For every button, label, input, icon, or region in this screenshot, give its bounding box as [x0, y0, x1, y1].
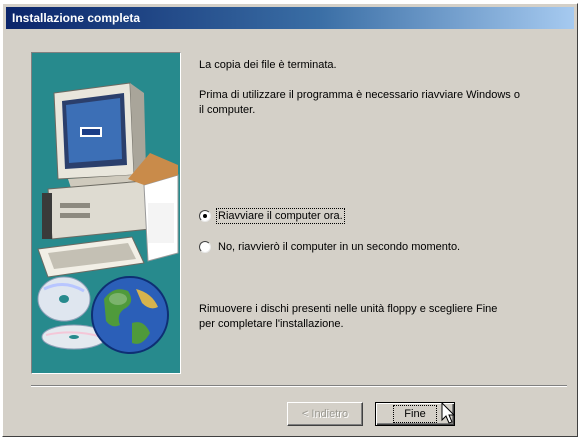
- finish-button-label[interactable]: Fine: [393, 405, 437, 423]
- radio-checked-icon[interactable]: [199, 210, 211, 222]
- window-title: Installazione completa: [12, 11, 141, 25]
- remove-disks-text: Rimuovere i dischi presenti nelle unità …: [199, 303, 498, 315]
- restart-now-option[interactable]: Riavviare il computer ora.: [199, 208, 345, 224]
- restart-later-option[interactable]: No, riavvierò il computer in un secondo …: [199, 241, 460, 253]
- button-separator: [31, 385, 567, 387]
- copy-complete-text: La copia dei file è terminata.: [199, 59, 337, 71]
- restart-required-text-cont: il computer.: [199, 104, 256, 116]
- radio-unchecked-icon[interactable]: [199, 241, 211, 253]
- restart-later-label[interactable]: No, riavvierò il computer in un secondo …: [218, 241, 460, 253]
- remove-disks-text-cont: per completare l'installazione.: [199, 318, 344, 330]
- computer-illustration-icon: [32, 53, 180, 373]
- back-button[interactable]: < Indietro: [287, 402, 363, 426]
- mouse-pointer-icon: [441, 402, 456, 424]
- title-bar: Installazione completa: [6, 7, 574, 29]
- restart-required-text: Prima di utilizzare il programma è neces…: [199, 89, 520, 101]
- setup-dialog: Installazione completa La copia dei file…: [2, 3, 578, 437]
- restart-now-label[interactable]: Riavviare il computer ora.: [216, 208, 345, 224]
- setup-illustration: [31, 52, 181, 374]
